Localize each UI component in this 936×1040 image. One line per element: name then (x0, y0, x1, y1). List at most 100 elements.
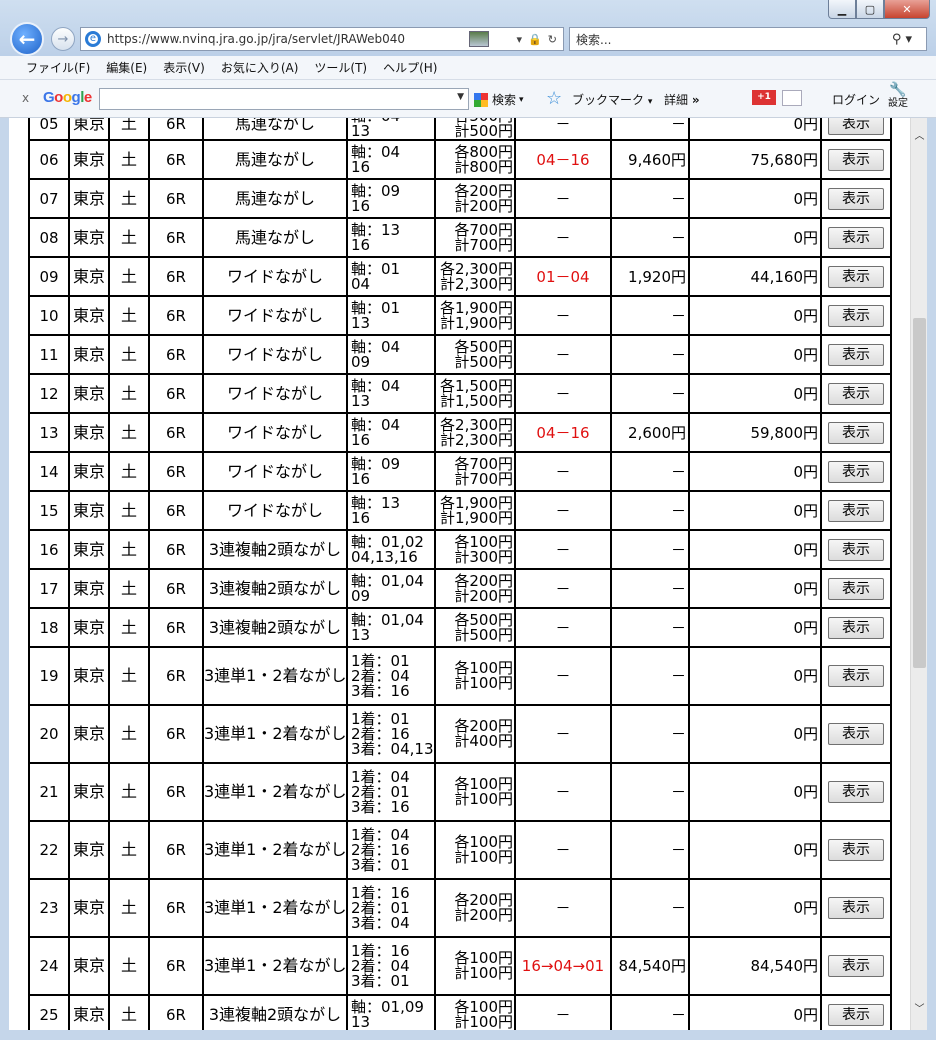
dropdown-arrow-icon[interactable]: ▼ (457, 92, 464, 102)
show-button[interactable]: 表示 (828, 616, 884, 639)
show-button[interactable]: 表示 (828, 665, 884, 687)
search-icon[interactable]: ⚲ ▾ (892, 32, 912, 47)
menu-favorites[interactable]: お気に入り(A) (221, 59, 299, 76)
cell-bet-numbers: 軸：13 16 (346, 217, 436, 258)
cell-venue: 東京 (68, 490, 110, 531)
forward-arrow-icon: → (57, 31, 69, 47)
dropdown-arrow-icon[interactable]: ▾ (517, 33, 523, 46)
close-window-button[interactable]: ✕ (884, 0, 930, 19)
scroll-thumb[interactable] (913, 318, 926, 668)
cell-bet-type: 3連複軸2頭ながし (202, 568, 348, 609)
cell-amount: 各1,900円 計1,900円 (434, 295, 516, 336)
cell-amount: 各1,500円 計1,500円 (434, 373, 516, 414)
cell-bet-numbers: 軸：01,09 13 (346, 994, 436, 1030)
show-button[interactable]: 表示 (828, 897, 884, 919)
menu-tools[interactable]: ツール(T) (314, 59, 367, 76)
cell-number: 12 (28, 373, 70, 414)
close-toolbar-icon[interactable]: x (22, 91, 29, 105)
show-button[interactable]: 表示 (828, 781, 884, 803)
cell-amount: 各200円 計200円 (434, 568, 516, 609)
show-button[interactable]: 表示 (828, 723, 884, 745)
settings-button[interactable]: 🔧 設定 (888, 83, 908, 110)
table-row: 15 東京土 6R ワイドながし 軸：13 16 各1,900円 計1,900円－－ 0円 表示 (28, 490, 892, 531)
scroll-up-icon[interactable]: ︿ (911, 128, 928, 145)
cell-number: 14 (28, 451, 70, 492)
show-button[interactable]: 表示 (828, 343, 884, 366)
google-search-button[interactable]: 検索 ▾ (474, 91, 524, 108)
show-button[interactable]: 表示 (828, 118, 884, 135)
ie-icon: e (85, 31, 101, 47)
menu-file[interactable]: ファイル(F) (26, 59, 90, 76)
cell-venue: 東京 (68, 529, 110, 570)
gplus-button[interactable]: +1 (752, 90, 776, 105)
show-button[interactable]: 表示 (828, 1003, 884, 1026)
login-link[interactable]: ログイン (832, 91, 880, 108)
vertical-scrollbar[interactable]: ︿ ﹀ (910, 118, 927, 1030)
cell-venue: 東京 (68, 139, 110, 180)
show-button[interactable]: 表示 (828, 955, 884, 977)
cell-venue: 東京 (68, 373, 110, 414)
cell-refund: 0円 (688, 451, 822, 492)
show-button[interactable]: 表示 (828, 577, 884, 600)
table-row: 23 東京土 6R 3連単1・2着ながし 1着：16 2着：01 3着：04 各200円 計20… (28, 878, 892, 938)
cell-number: 24 (28, 936, 70, 996)
cell-day: 土 (108, 878, 150, 938)
show-button[interactable]: 表示 (828, 226, 884, 249)
minimize-button[interactable]: ▁ (828, 0, 856, 19)
show-button[interactable]: 表示 (828, 460, 884, 483)
cell-day: 土 (108, 334, 150, 375)
show-button[interactable]: 表示 (828, 421, 884, 444)
table-row: 25 東京土 6R 3連複軸2頭ながし 軸：01,09 13 各100円 計100円－－ 0円表… (28, 994, 892, 1030)
cell-payout: － (610, 646, 690, 706)
cell-number: 11 (28, 334, 70, 375)
back-button[interactable]: ← (10, 22, 44, 56)
cell-payout: － (610, 704, 690, 764)
url-text[interactable]: https://www.nvinq.jra.go.jp/jra/servlet/… (107, 32, 469, 46)
google-search-input[interactable]: ▼ (99, 88, 469, 110)
search-box[interactable]: 検索... ⚲ ▾ (569, 27, 927, 51)
star-icon[interactable]: ☆ (546, 88, 562, 109)
show-button[interactable]: 表示 (828, 839, 884, 861)
cell-payout: 9,460円 (610, 139, 690, 180)
show-button[interactable]: 表示 (828, 148, 884, 171)
cell-day: 土 (108, 820, 150, 880)
lock-icon[interactable]: 🔒 (528, 33, 542, 46)
cell-race: 6R (148, 529, 204, 570)
cell-venue: 東京 (68, 118, 110, 141)
compat-view-icon[interactable] (468, 31, 489, 47)
cell-payout: － (610, 878, 690, 938)
cell-amount: 各100円 計100円 (434, 762, 516, 822)
bookmark-button[interactable]: ブックマーク ▾ (572, 91, 652, 108)
cell-bet-numbers: 軸：0413 (346, 118, 436, 141)
forward-button[interactable]: → (51, 27, 75, 51)
cell-refund: 75,680円 (688, 139, 822, 180)
cell-bet-type: 3連単1・2着ながし (202, 762, 348, 822)
cell-number: 10 (28, 295, 70, 336)
menu-help[interactable]: ヘルプ(H) (383, 59, 437, 76)
cell-day: 土 (108, 936, 150, 996)
address-bar[interactable]: e https://www.nvinq.jra.go.jp/jra/servle… (80, 27, 564, 51)
cell-venue: 東京 (68, 994, 110, 1030)
show-button[interactable]: 表示 (828, 382, 884, 405)
cell-race: 6R (148, 646, 204, 706)
search-input[interactable]: 検索... (576, 31, 892, 48)
details-button[interactable]: 詳細 » (664, 91, 700, 108)
cell-bet-numbers: 軸：09 16 (346, 178, 436, 219)
show-button[interactable]: 表示 (828, 304, 884, 327)
cell-bet-numbers: 軸：01 04 (346, 256, 436, 297)
cell-race: 6R (148, 412, 204, 453)
refresh-icon[interactable]: ↻ (548, 33, 557, 46)
scroll-down-icon[interactable]: ﹀ (911, 1001, 928, 1018)
cell-number: 15 (28, 490, 70, 531)
cell-bet-type: ワイドながし (202, 373, 348, 414)
cell-day: 土 (108, 295, 150, 336)
show-button[interactable]: 表示 (828, 187, 884, 210)
show-button[interactable]: 表示 (828, 265, 884, 288)
show-button[interactable]: 表示 (828, 499, 884, 522)
maximize-button[interactable]: ▢ (856, 0, 884, 19)
menu-edit[interactable]: 編集(E) (106, 59, 147, 76)
cell-race: 6R (148, 607, 204, 648)
cell-bet-type: ワイドながし (202, 490, 348, 531)
menu-view[interactable]: 表示(V) (163, 59, 205, 76)
show-button[interactable]: 表示 (828, 538, 884, 561)
